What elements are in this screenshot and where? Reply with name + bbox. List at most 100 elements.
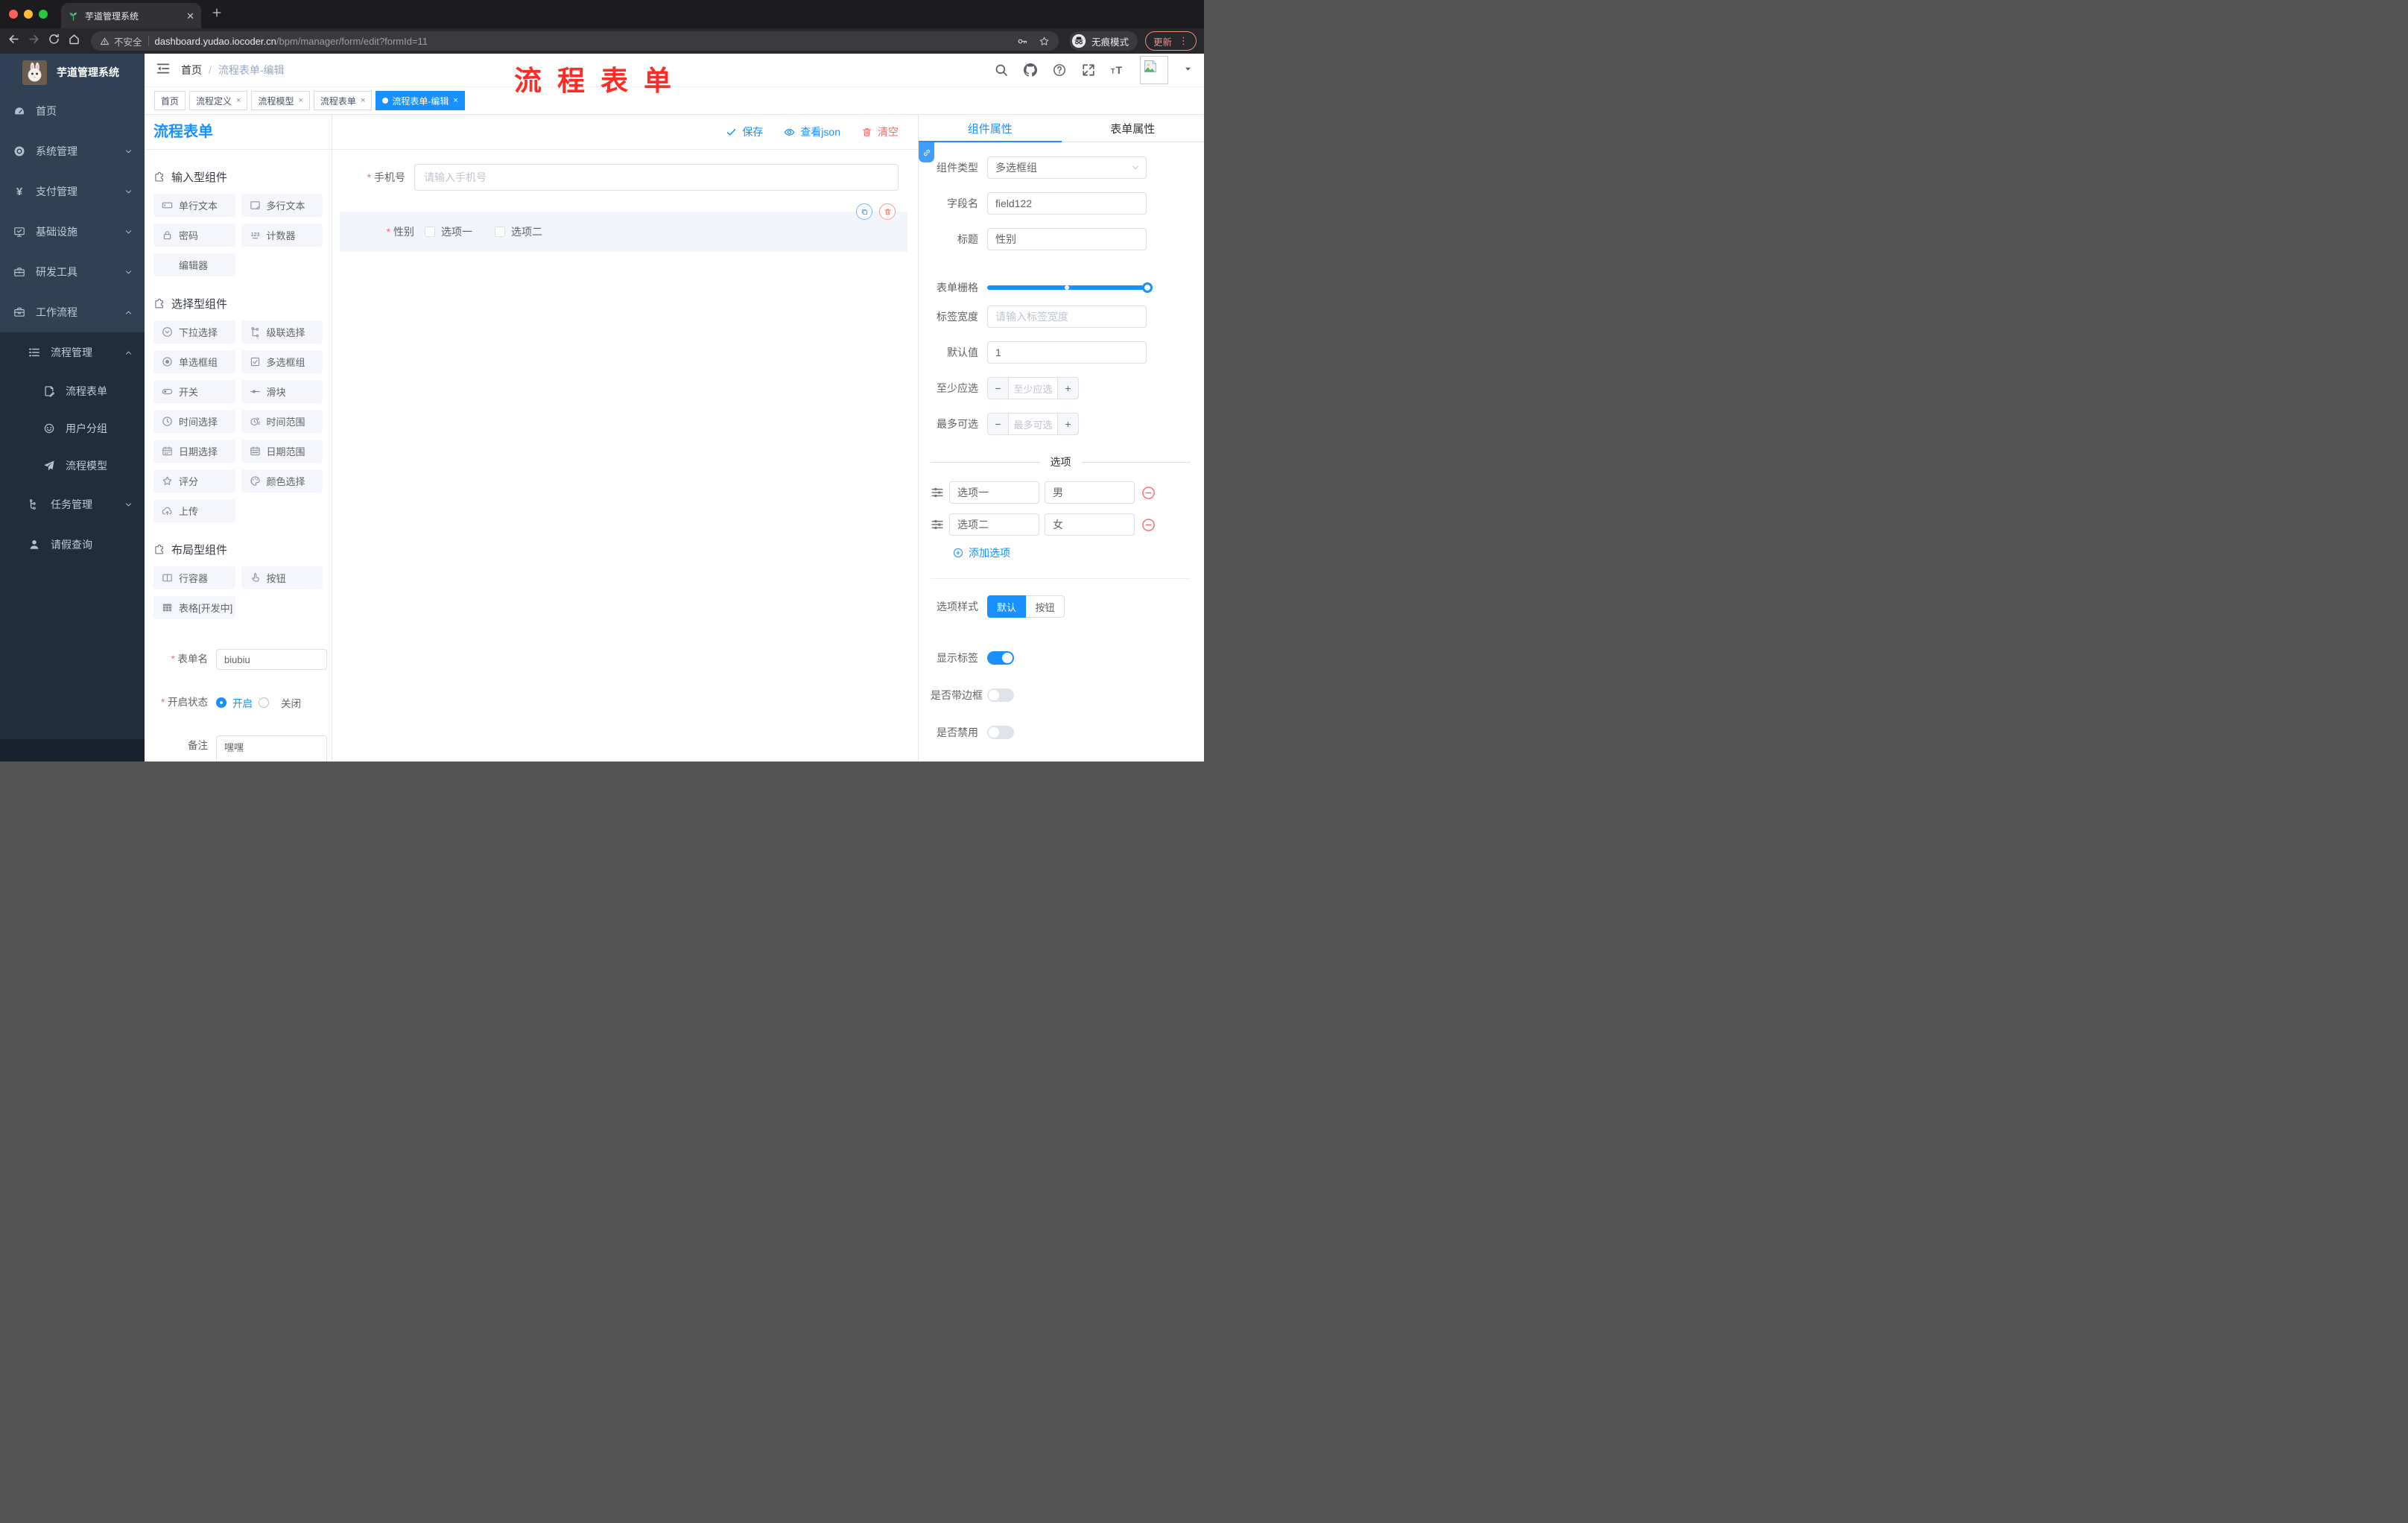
tag-close-icon[interactable]: × xyxy=(453,96,457,105)
status-off-label[interactable]: 关闭 xyxy=(281,695,301,710)
tag-close-icon[interactable]: × xyxy=(298,96,302,105)
palette-component-item[interactable]: 日期选择 xyxy=(153,440,235,463)
fullscreen-icon[interactable] xyxy=(1082,63,1095,77)
view-tag[interactable]: 流程模型 × xyxy=(251,91,310,110)
delete-component-button[interactable] xyxy=(879,203,896,220)
bookmark-star-icon[interactable] xyxy=(1039,36,1050,47)
forward-button[interactable] xyxy=(28,33,40,49)
gender-checkbox-option[interactable]: 选项一 xyxy=(425,224,472,239)
palette-component-item[interactable]: 评分 xyxy=(153,469,235,493)
collapse-panel-handle[interactable] xyxy=(919,142,934,162)
window-minimize-button[interactable] xyxy=(24,10,33,19)
palette-component-item[interactable]: 按钮 xyxy=(241,566,323,589)
view-json-button[interactable]: 查看json xyxy=(784,124,840,139)
palette-component-item[interactable]: 多行文本 xyxy=(241,194,323,217)
stepper-decrease-button[interactable]: − xyxy=(988,414,1009,434)
toggle-switch[interactable] xyxy=(987,726,1014,739)
palette-component-item[interactable]: 上传 xyxy=(153,499,235,522)
save-button[interactable]: 保存 xyxy=(726,124,763,139)
palette-component-item[interactable]: 密码 xyxy=(153,224,235,247)
sidebar-item[interactable]: 研发工具 xyxy=(0,252,145,292)
window-close-button[interactable] xyxy=(9,10,18,19)
sidebar-subitem[interactable]: 请假查询 xyxy=(0,525,145,565)
palette-component-item[interactable]: 级联选择 xyxy=(241,320,323,343)
home-button[interactable] xyxy=(68,33,80,49)
remark-textarea[interactable]: 嘿嘿 xyxy=(216,735,327,762)
status-on-label[interactable]: 开启 xyxy=(232,695,253,710)
field-name-input[interactable] xyxy=(987,192,1147,215)
sidebar-subitem[interactable]: 任务管理 xyxy=(0,484,145,525)
font-size-icon[interactable]: TT xyxy=(1111,63,1124,77)
palette-component-item[interactable]: 行容器 xyxy=(153,566,235,589)
back-button[interactable] xyxy=(7,33,20,49)
stepper-increase-button[interactable]: + xyxy=(1057,378,1078,399)
option-label-input[interactable] xyxy=(949,481,1039,504)
security-chip[interactable]: 不安全 xyxy=(100,34,142,48)
gender-checkbox-option[interactable]: 选项二 xyxy=(495,224,542,239)
sidebar-item[interactable]: ¥ 支付管理 xyxy=(0,171,145,212)
phone-input[interactable] xyxy=(414,164,899,191)
option-value-input[interactable] xyxy=(1045,513,1135,536)
palette-component-item[interactable]: 开关 xyxy=(153,380,235,403)
window-zoom-button[interactable] xyxy=(39,10,48,19)
form-grid-slider[interactable] xyxy=(987,276,1153,299)
palette-component-item[interactable]: 颜色选择 xyxy=(241,469,323,493)
stepper-increase-button[interactable]: + xyxy=(1057,414,1078,434)
palette-component-item[interactable]: 滑块 xyxy=(241,380,323,403)
avatar[interactable] xyxy=(1140,56,1168,84)
sidebar-item[interactable]: 系统管理 xyxy=(0,131,145,171)
sidebar-collapse-button[interactable] xyxy=(156,62,170,79)
sidebar-item[interactable]: 首页 xyxy=(0,91,145,131)
title-input[interactable] xyxy=(987,228,1147,250)
palette-component-item[interactable]: 单选框组 xyxy=(153,350,235,373)
key-icon[interactable] xyxy=(1017,36,1028,47)
search-icon[interactable] xyxy=(995,63,1008,77)
status-on-radio[interactable] xyxy=(216,697,226,708)
reload-button[interactable] xyxy=(48,33,60,49)
stepper-decrease-button[interactable]: − xyxy=(988,378,1009,399)
default-value-input[interactable] xyxy=(987,341,1147,364)
toggle-switch[interactable] xyxy=(987,651,1014,665)
option-label-input[interactable] xyxy=(949,513,1039,536)
label-width-input[interactable] xyxy=(987,305,1147,328)
option-style-button[interactable]: 默认 xyxy=(987,595,1027,618)
browser-menu-icon[interactable]: ⋮ xyxy=(1179,35,1188,47)
gender-field-selected-block[interactable]: 性别 选项一 选项二 xyxy=(340,203,907,252)
slider-handle[interactable] xyxy=(1142,282,1153,293)
palette-component-item[interactable]: 单行文本 xyxy=(153,194,235,217)
palette-component-item[interactable]: 123 计数器 xyxy=(241,224,323,247)
palette-component-item[interactable]: 编辑器 xyxy=(153,253,235,276)
remove-option-button[interactable] xyxy=(1141,518,1156,532)
remove-option-button[interactable] xyxy=(1141,486,1156,500)
stepper-value[interactable]: 至少应选 xyxy=(1009,378,1057,399)
checkbox[interactable] xyxy=(495,227,505,237)
url-bar[interactable]: 不安全 dashboard.yudao.iocoder.cn/bpm/manag… xyxy=(91,31,1059,51)
stepper-value[interactable]: 最多可选 xyxy=(1009,414,1057,434)
tab-form-props[interactable]: 表单属性 xyxy=(1062,115,1205,142)
sidebar-subitem[interactable]: 流程模型 xyxy=(0,447,145,484)
sidebar-item[interactable]: 工作流程 xyxy=(0,292,145,332)
tag-close-icon[interactable]: × xyxy=(236,96,241,105)
view-tag[interactable]: 流程表单 × xyxy=(313,91,373,110)
component-type-select[interactable]: 多选框组 xyxy=(987,156,1147,179)
sidebar-logo[interactable]: 芋道管理系统 xyxy=(0,54,145,91)
tab-component-props[interactable]: 组件属性 xyxy=(919,115,1062,142)
github-icon[interactable] xyxy=(1024,63,1037,77)
palette-component-item[interactable]: 表格[开发中] xyxy=(153,596,235,619)
form-name-input[interactable] xyxy=(216,649,327,670)
view-tag[interactable]: 首页 xyxy=(154,91,186,110)
clear-button[interactable]: 清空 xyxy=(861,124,899,139)
sidebar-subitem[interactable]: 流程表单 xyxy=(0,373,145,410)
sidebar-subitem[interactable]: 流程管理 xyxy=(0,332,145,373)
palette-component-item[interactable]: 时间选择 xyxy=(153,410,235,433)
palette-component-item[interactable]: 日期范围 xyxy=(241,440,323,463)
avatar-caret-icon[interactable] xyxy=(1184,63,1192,77)
view-tag[interactable]: 流程表单-编辑 × xyxy=(376,91,465,110)
view-tag[interactable]: 流程定义 × xyxy=(189,91,248,110)
palette-component-item[interactable]: 时间范围 xyxy=(241,410,323,433)
tag-close-icon[interactable]: × xyxy=(361,96,365,105)
breadcrumb-home[interactable]: 首页 xyxy=(181,63,202,77)
sidebar-item[interactable]: 基础设施 xyxy=(0,212,145,252)
sidebar-subitem[interactable]: 用户分组 xyxy=(0,410,145,447)
browser-tab[interactable]: 芋道管理系统 ✕ xyxy=(61,3,201,28)
